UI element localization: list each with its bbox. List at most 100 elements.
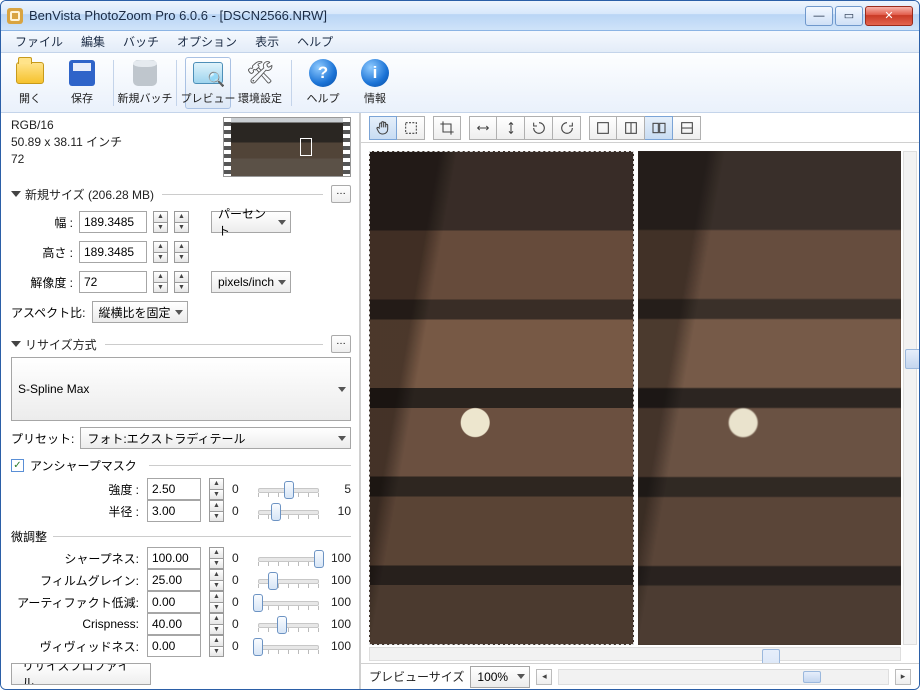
- flip-v-icon: [503, 120, 519, 136]
- artifact-spin[interactable]: ▲▼: [209, 591, 224, 613]
- width-input[interactable]: [79, 211, 147, 233]
- view-single-button[interactable]: [589, 116, 617, 140]
- toolbar: 開く 保存 新規バッチ プレビュー 🛠 環境設定 ? ヘルプ i 情報: [1, 53, 919, 113]
- flip-h-icon: [475, 120, 491, 136]
- width-spinner2[interactable]: ▲▼: [174, 211, 189, 233]
- radius-slider[interactable]: [258, 502, 319, 520]
- view-split-h-button[interactable]: [617, 116, 645, 140]
- artifact-input[interactable]: [147, 591, 201, 613]
- split-v-icon: [679, 120, 695, 136]
- preset-combo[interactable]: フォト:エクストラディテール: [80, 427, 351, 449]
- artifact-slider[interactable]: [258, 593, 319, 611]
- crop-tool[interactable]: [433, 116, 461, 140]
- rotate-ccw-button[interactable]: [525, 116, 553, 140]
- original-size: 50.89 x 38.11 インチ: [11, 134, 217, 151]
- magnifier-icon: [193, 62, 223, 84]
- height-spinner2[interactable]: ▲▼: [174, 241, 189, 263]
- radius-spin[interactable]: ▲▼: [209, 500, 224, 522]
- size-unit-combo[interactable]: パーセント: [211, 211, 291, 233]
- footer-hscroll[interactable]: [558, 669, 889, 685]
- flip-h-button[interactable]: [469, 116, 497, 140]
- save-button[interactable]: 保存: [59, 57, 105, 109]
- info-button[interactable]: i 情報: [352, 57, 398, 109]
- select-icon: [403, 120, 419, 136]
- disclose-newsize-icon[interactable]: [11, 191, 21, 197]
- pan-tool[interactable]: [369, 116, 397, 140]
- menu-help[interactable]: ヘルプ: [289, 30, 341, 53]
- color-mode: RGB/16: [11, 117, 217, 134]
- vividness-spin[interactable]: ▲▼: [209, 635, 224, 657]
- side-icon: [651, 120, 667, 136]
- folder-icon: [16, 62, 44, 84]
- crispness-input[interactable]: [147, 613, 201, 635]
- preview-zoom-combo[interactable]: 100%: [470, 666, 530, 688]
- strength-slider[interactable]: [258, 480, 319, 498]
- new-batch-button[interactable]: 新規バッチ: [122, 57, 168, 109]
- single-icon: [595, 120, 611, 136]
- sharpness-slider[interactable]: [258, 549, 319, 567]
- res-unit-combo[interactable]: pixels/inch: [211, 271, 291, 293]
- rotate-cw-button[interactable]: [553, 116, 581, 140]
- vividness-input[interactable]: [147, 635, 201, 657]
- save-icon: [69, 60, 95, 86]
- menu-options[interactable]: オプション: [169, 30, 245, 53]
- navigator-thumbnail[interactable]: [223, 117, 351, 177]
- preview-right[interactable]: [638, 151, 901, 645]
- height-input[interactable]: [79, 241, 147, 263]
- resize-more-button[interactable]: …: [331, 335, 351, 353]
- preview-hscroll[interactable]: [369, 647, 901, 661]
- resolution-input[interactable]: [79, 271, 147, 293]
- preview-left[interactable]: [369, 151, 634, 645]
- view-side-by-side-button[interactable]: [645, 116, 673, 140]
- settings-panel: RGB/16 50.89 x 38.11 インチ 72 新規サイズ (206.2…: [1, 113, 361, 689]
- scroll-right-button[interactable]: ▸: [895, 669, 911, 685]
- menu-batch[interactable]: バッチ: [115, 30, 167, 53]
- maximize-button[interactable]: ▭: [835, 6, 863, 26]
- grain-spin[interactable]: ▲▼: [209, 569, 224, 591]
- scroll-left-button[interactable]: ◂: [536, 669, 552, 685]
- sharpness-spin[interactable]: ▲▼: [209, 547, 224, 569]
- tools-icon: 🛠: [245, 58, 275, 88]
- view-toolbar: [361, 113, 919, 143]
- width-spinner[interactable]: ▲▼: [153, 211, 168, 233]
- info-icon: i: [361, 59, 389, 87]
- unsharp-checkbox[interactable]: ✓: [11, 459, 24, 472]
- strength-spin[interactable]: ▲▼: [209, 478, 224, 500]
- menu-file[interactable]: ファイル: [7, 30, 71, 53]
- flip-v-button[interactable]: [497, 116, 525, 140]
- view-split-v-button[interactable]: [673, 116, 701, 140]
- crispness-spin[interactable]: ▲▼: [209, 613, 224, 635]
- minimize-button[interactable]: —: [805, 6, 833, 26]
- preview-panel: プレビューサイズ 100% ◂ ▸: [361, 113, 919, 689]
- crispness-slider[interactable]: [258, 615, 319, 633]
- navigator-selection[interactable]: [300, 138, 312, 156]
- res-spinner[interactable]: ▲▼: [153, 271, 168, 293]
- help-button[interactable]: ? ヘルプ: [300, 57, 346, 109]
- grain-input[interactable]: [147, 569, 201, 591]
- rotate-cw-icon: [559, 120, 575, 136]
- height-spinner[interactable]: ▲▼: [153, 241, 168, 263]
- sharpness-input[interactable]: [147, 547, 201, 569]
- grain-slider[interactable]: [258, 571, 319, 589]
- menu-edit[interactable]: 編集: [73, 30, 113, 53]
- resize-profile-button[interactable]: リサイズプロファイル...: [11, 663, 151, 685]
- close-button[interactable]: ✕: [865, 6, 913, 26]
- radius-input[interactable]: [147, 500, 201, 522]
- window-title: BenVista PhotoZoom Pro 6.0.6 - [DSCN2566…: [29, 8, 805, 23]
- prefs-button[interactable]: 🛠 環境設定: [237, 57, 283, 109]
- disclose-resize-icon[interactable]: [11, 341, 21, 347]
- preview-viewport[interactable]: [361, 143, 919, 663]
- marquee-tool[interactable]: [397, 116, 425, 140]
- help-icon: ?: [309, 59, 337, 87]
- resize-method-combo[interactable]: S-Spline Max: [11, 357, 351, 421]
- menubar: ファイル 編集 バッチ オプション 表示 ヘルプ: [1, 31, 919, 53]
- menu-view[interactable]: 表示: [247, 30, 287, 53]
- preview-button[interactable]: プレビュー: [185, 57, 231, 109]
- open-button[interactable]: 開く: [7, 57, 53, 109]
- res-spinner2[interactable]: ▲▼: [174, 271, 189, 293]
- newsize-more-button[interactable]: …: [331, 185, 351, 203]
- strength-input[interactable]: [147, 478, 201, 500]
- vividness-slider[interactable]: [258, 637, 319, 655]
- aspect-combo[interactable]: 縦横比を固定: [92, 301, 188, 323]
- preview-vscroll[interactable]: [903, 151, 917, 645]
